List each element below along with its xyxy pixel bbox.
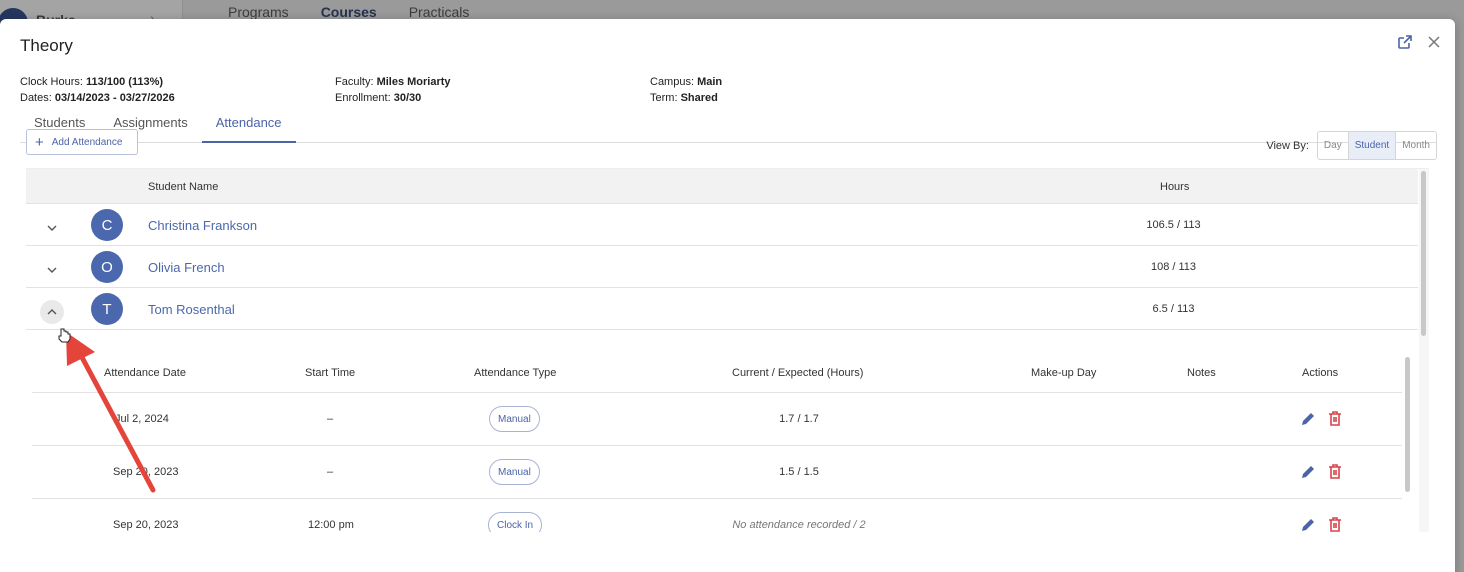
student-hours: 6.5 / 113 xyxy=(1152,303,1195,315)
table-row: C Christina Frankson 106.5 / 113 xyxy=(26,204,1418,246)
column-notes: Notes xyxy=(1187,367,1216,379)
enrollment-label: Enrollment: xyxy=(335,92,391,104)
faculty-label: Faculty: xyxy=(335,76,374,88)
table-row: T Tom Rosenthal 6.5 / 113 xyxy=(26,288,1418,330)
row-actions xyxy=(1300,517,1342,532)
term-label: Term: xyxy=(650,92,678,104)
modal-tabs: Students Assignments Attendance xyxy=(20,107,1436,143)
start-time: – xyxy=(327,466,334,478)
close-icon[interactable] xyxy=(1427,35,1441,49)
attendance-type-badge: Clock In xyxy=(488,512,543,532)
open-external-icon[interactable] xyxy=(1397,34,1413,50)
current-expected-hours: No attendance recorded / 2 xyxy=(732,519,866,531)
student-hours: 108 / 113 xyxy=(1150,261,1197,273)
plus-icon: + xyxy=(35,133,44,151)
table-scrollbar[interactable] xyxy=(1419,169,1429,532)
term-value: Shared xyxy=(680,92,718,104)
course-info-middle: Faculty: Miles Moriarty Enrollment: 30/3… xyxy=(335,74,451,106)
bg-tab-programs: Programs xyxy=(228,4,289,20)
start-time: – xyxy=(327,413,334,425)
current-expected-hours: 1.5 / 1.5 xyxy=(779,466,819,478)
attendance-detail-table: Attendance Date Start Time Attendance Ty… xyxy=(32,349,1418,532)
column-hours: Hours xyxy=(1160,181,1190,193)
column-attendance-type: Attendance Type xyxy=(474,367,557,379)
row-actions xyxy=(1300,464,1342,480)
chevron-down-icon[interactable] xyxy=(40,216,64,240)
clock-hours-value: 113/100 (113%) xyxy=(86,76,164,88)
campus-label: Campus: xyxy=(650,76,695,88)
attendance-date: Sep 20, 2023 xyxy=(113,519,179,531)
background-tabs: Programs Courses Practicals xyxy=(228,4,469,20)
row-actions xyxy=(1300,411,1342,427)
student-hours: 106.5 / 113 xyxy=(1146,219,1201,231)
start-time: 12:00 pm xyxy=(308,519,354,531)
course-info-right: Campus: Main Term: Shared xyxy=(650,74,722,106)
detail-header: Attendance Date Start Time Attendance Ty… xyxy=(32,349,1402,393)
table-row: Sep 20, 2023 – Manual 1.5 / 1.5 xyxy=(32,446,1402,499)
column-actions: Actions xyxy=(1302,367,1339,379)
dates-label: Dates: xyxy=(20,92,52,104)
view-by-student[interactable]: Student xyxy=(1348,132,1397,159)
avatar: T xyxy=(91,293,123,325)
detail-scrollbar[interactable] xyxy=(1402,349,1412,532)
student-name-link[interactable]: Olivia French xyxy=(148,260,225,275)
bg-tab-courses: Courses xyxy=(320,4,377,20)
student-name-link[interactable]: Tom Rosenthal xyxy=(148,302,235,317)
attendance-table: Student Name Hours C Christina Frankson … xyxy=(26,168,1429,532)
avatar: C xyxy=(91,209,123,241)
column-student-name: Student Name xyxy=(148,181,219,193)
clock-hours-label: Clock Hours: xyxy=(20,76,83,88)
table-header: Student Name Hours xyxy=(26,169,1418,204)
faculty-value: Miles Moriarty xyxy=(376,76,451,88)
attendance-date: Sep 20, 2023 xyxy=(113,466,179,478)
attendance-date: Jul 2, 2024 xyxy=(115,413,169,425)
view-by-day[interactable]: Day xyxy=(1318,132,1349,159)
bg-tab-practicals: Practicals xyxy=(408,4,470,20)
view-by-label: View By: xyxy=(1266,139,1309,152)
edit-pencil-icon[interactable] xyxy=(1300,464,1316,480)
column-current-expected: Current / Expected (Hours) xyxy=(732,367,864,379)
student-name-link[interactable]: Christina Frankson xyxy=(148,218,257,233)
modal-header-actions xyxy=(1397,34,1441,50)
campus-value: Main xyxy=(697,76,723,88)
edit-pencil-icon[interactable] xyxy=(1300,411,1316,427)
attendance-type-badge: Manual xyxy=(489,459,540,485)
column-start-time: Start Time xyxy=(305,367,356,379)
view-by-month[interactable]: Month xyxy=(1396,132,1436,159)
view-by-segmented: Day Student Month xyxy=(1316,131,1437,160)
course-info-left: Clock Hours: 113/100 (113%) Dates: 03/14… xyxy=(20,74,175,106)
edit-pencil-icon[interactable] xyxy=(1300,517,1316,532)
view-by-control: View By: Day Student Month xyxy=(1266,131,1437,160)
chevron-up-icon[interactable] xyxy=(40,300,64,324)
column-attendance-date: Attendance Date xyxy=(104,367,186,379)
enrollment-value: 30/30 xyxy=(393,92,422,104)
current-expected-hours: 1.7 / 1.7 xyxy=(779,413,819,425)
chevron-down-icon[interactable] xyxy=(40,258,64,282)
attendance-type-badge: Manual xyxy=(489,406,540,432)
table-row: Jul 2, 2024 – Manual 1.7 / 1.7 xyxy=(32,393,1402,446)
add-attendance-label: Add Attendance xyxy=(51,136,123,148)
tab-attendance[interactable]: Attendance xyxy=(201,107,296,143)
delete-trash-icon[interactable] xyxy=(1328,464,1342,480)
column-makeup-day: Make-up Day xyxy=(1031,367,1097,379)
modal-title: Theory xyxy=(20,36,73,55)
table-row: O Olivia French 108 / 113 xyxy=(26,246,1418,288)
dates-value: 03/14/2023 - 03/27/2026 xyxy=(54,92,175,104)
delete-trash-icon[interactable] xyxy=(1328,411,1342,427)
delete-trash-icon[interactable] xyxy=(1328,517,1342,532)
table-row: Sep 20, 2023 12:00 pm Clock In No attend… xyxy=(32,499,1402,532)
avatar: O xyxy=(91,251,123,283)
add-attendance-button[interactable]: + Add Attendance xyxy=(26,129,138,155)
